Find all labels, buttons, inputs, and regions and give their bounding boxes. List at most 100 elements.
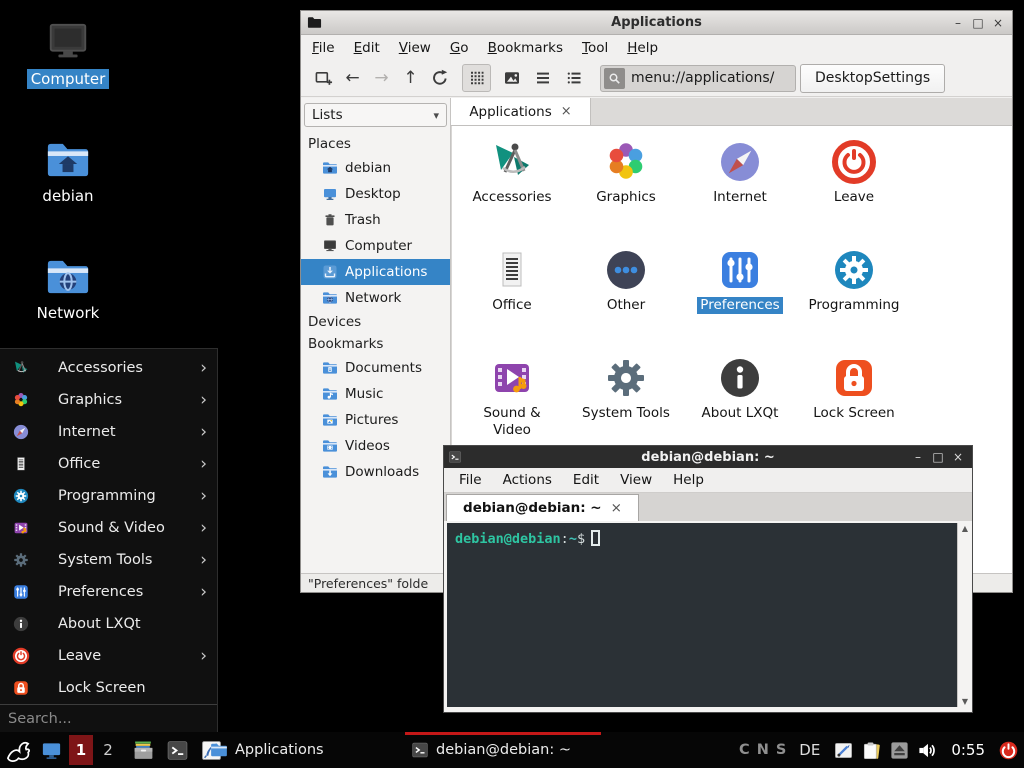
task-button-terminal[interactable]: debian@debian: ~ — [405, 732, 601, 768]
reload-button[interactable] — [425, 64, 454, 92]
forward-button[interactable]: → — [367, 64, 396, 92]
sidebar-item-music[interactable]: Music — [301, 381, 450, 407]
scroll-indicator: S — [776, 742, 786, 758]
sidebar-item-videos[interactable]: Videos — [301, 433, 450, 459]
app-item-preferences[interactable]: Preferences — [683, 246, 797, 354]
menu-file[interactable]: File — [312, 40, 335, 56]
accessories-icon — [488, 138, 536, 186]
menu-item-accessories[interactable]: Accessories› — [0, 352, 217, 384]
sidebar-item-applications[interactable]: Applications — [301, 259, 450, 285]
grid-view-icon — [468, 69, 486, 87]
menu-item-internet[interactable]: Internet› — [0, 416, 217, 448]
menu-item-office[interactable]: Office› — [0, 448, 217, 480]
sidebar-item-network[interactable]: Network — [301, 285, 450, 311]
menu-view[interactable]: View — [399, 40, 431, 56]
compact-view-button[interactable] — [528, 64, 557, 92]
app-item-office[interactable]: Office — [455, 246, 569, 354]
menu-tool[interactable]: Tool — [582, 40, 608, 56]
scroll-up-icon[interactable]: ▲ — [962, 524, 968, 533]
terminal-titlebar[interactable]: debian@debian: ~ – □ × — [444, 446, 972, 468]
terminal-tabbar: debian@debian: ~ × — [444, 493, 972, 521]
scroll-down-icon[interactable]: ▼ — [962, 697, 968, 706]
menu-item-system-tools[interactable]: System Tools› — [0, 544, 217, 576]
app-item-accessories[interactable]: Accessories — [455, 138, 569, 246]
desktop-icon-computer[interactable]: Computer — [20, 20, 116, 89]
submenu-arrow-icon: › — [200, 424, 207, 441]
app-item-programming[interactable]: Programming — [797, 246, 911, 354]
sidebar-item-debian[interactable]: debian — [301, 155, 450, 181]
task-button-applications[interactable]: Applications — [204, 732, 394, 768]
menu-edit[interactable]: Edit — [573, 472, 599, 488]
desktop-settings-button[interactable]: DesktopSettings — [800, 64, 945, 93]
menu-item-programming[interactable]: Programming› — [0, 480, 217, 512]
close-button[interactable]: × — [990, 12, 1006, 34]
icon-view-button[interactable] — [462, 64, 491, 92]
keyboard-layout[interactable]: DE — [799, 741, 820, 759]
menu-item-preferences[interactable]: Preferences› — [0, 576, 217, 608]
terminal-launcher[interactable] — [162, 732, 192, 768]
workspace-2-button[interactable]: 2 — [96, 735, 120, 765]
terminal-tab[interactable]: debian@debian: ~ × — [446, 494, 639, 521]
power-button[interactable] — [998, 740, 1019, 761]
sidebar-item-documents[interactable]: Documents — [301, 355, 450, 381]
detailed-view-button[interactable] — [559, 64, 588, 92]
screenshot-tray-icon[interactable] — [833, 740, 854, 761]
fm-titlebar[interactable]: Applications – □ × — [301, 11, 1012, 35]
clock[interactable]: 0:55 — [951, 741, 985, 759]
tab-close-icon[interactable]: × — [561, 104, 572, 119]
terminal-scrollbar[interactable]: ▲ ▼ — [957, 523, 972, 707]
maximize-button[interactable]: □ — [970, 12, 986, 34]
menu-go[interactable]: Go — [450, 40, 469, 56]
file-manager-launcher[interactable] — [128, 732, 158, 768]
app-item-leave[interactable]: Leave — [797, 138, 911, 246]
clipboard-tray-icon[interactable] — [861, 740, 882, 761]
magnifier-icon — [608, 72, 621, 85]
start-menu-button[interactable] — [0, 732, 36, 768]
menu-help[interactable]: Help — [673, 472, 704, 488]
show-desktop-button[interactable] — [36, 732, 66, 768]
minimize-button[interactable]: – — [910, 447, 926, 467]
tab-applications[interactable]: Applications × — [451, 98, 591, 125]
menu-bookmarks[interactable]: Bookmarks — [488, 40, 563, 56]
minimize-button[interactable]: – — [950, 12, 966, 34]
back-button[interactable]: ← — [338, 64, 367, 92]
eject-tray-icon[interactable] — [889, 740, 910, 761]
new-tab-button[interactable] — [309, 64, 338, 92]
menu-help[interactable]: Help — [627, 40, 658, 56]
search-input[interactable] — [0, 711, 217, 727]
menu-item-lock-screen[interactable]: Lock Screen — [0, 672, 217, 704]
sidebar-item-downloads[interactable]: Downloads — [301, 459, 450, 485]
menu-item-leave[interactable]: Leave› — [0, 640, 217, 672]
maximize-button[interactable]: □ — [930, 447, 946, 467]
app-item-other[interactable]: Other — [569, 246, 683, 354]
menu-view[interactable]: View — [620, 472, 652, 488]
app-item-graphics[interactable]: Graphics — [569, 138, 683, 246]
places-header: Places — [301, 133, 450, 155]
terminal-screen[interactable]: debian@debian:~$ — [447, 523, 957, 707]
volume-tray-icon[interactable] — [917, 740, 938, 761]
close-button[interactable]: × — [950, 447, 966, 467]
sidebar-item-pictures[interactable]: Pictures — [301, 407, 450, 433]
workspace-1-button[interactable]: 1 — [69, 735, 93, 765]
sidebar-item-desktop[interactable]: Desktop — [301, 181, 450, 207]
menu-item-sound-video[interactable]: Sound & Video› — [0, 512, 217, 544]
up-button[interactable]: ↑ — [396, 64, 425, 92]
thumbnail-view-button[interactable] — [497, 64, 526, 92]
window-title: Applications — [301, 15, 1012, 30]
submenu-arrow-icon: › — [200, 456, 207, 473]
sidebar-item-trash[interactable]: Trash — [301, 207, 450, 233]
sidebar-item-computer[interactable]: Computer — [301, 233, 450, 259]
start-menu: Accessories› Graphics› Internet› Office›… — [0, 348, 218, 732]
menu-item-about-lxqt[interactable]: About LXQt — [0, 608, 217, 640]
menu-edit[interactable]: Edit — [354, 40, 380, 56]
menu-item-graphics[interactable]: Graphics› — [0, 384, 217, 416]
desktop-icon-label: debian — [38, 186, 97, 206]
sidebar-mode-dropdown[interactable]: Lists ▾ — [304, 103, 447, 127]
desktop-icon-network[interactable]: Network — [20, 254, 116, 323]
app-item-internet[interactable]: Internet — [683, 138, 797, 246]
address-bar[interactable]: menu://applications/ — [600, 65, 796, 92]
menu-file[interactable]: File — [459, 472, 482, 488]
tab-close-icon[interactable]: × — [611, 500, 622, 516]
menu-actions[interactable]: Actions — [503, 472, 552, 488]
desktop-icon-debian[interactable]: debian — [20, 137, 116, 206]
